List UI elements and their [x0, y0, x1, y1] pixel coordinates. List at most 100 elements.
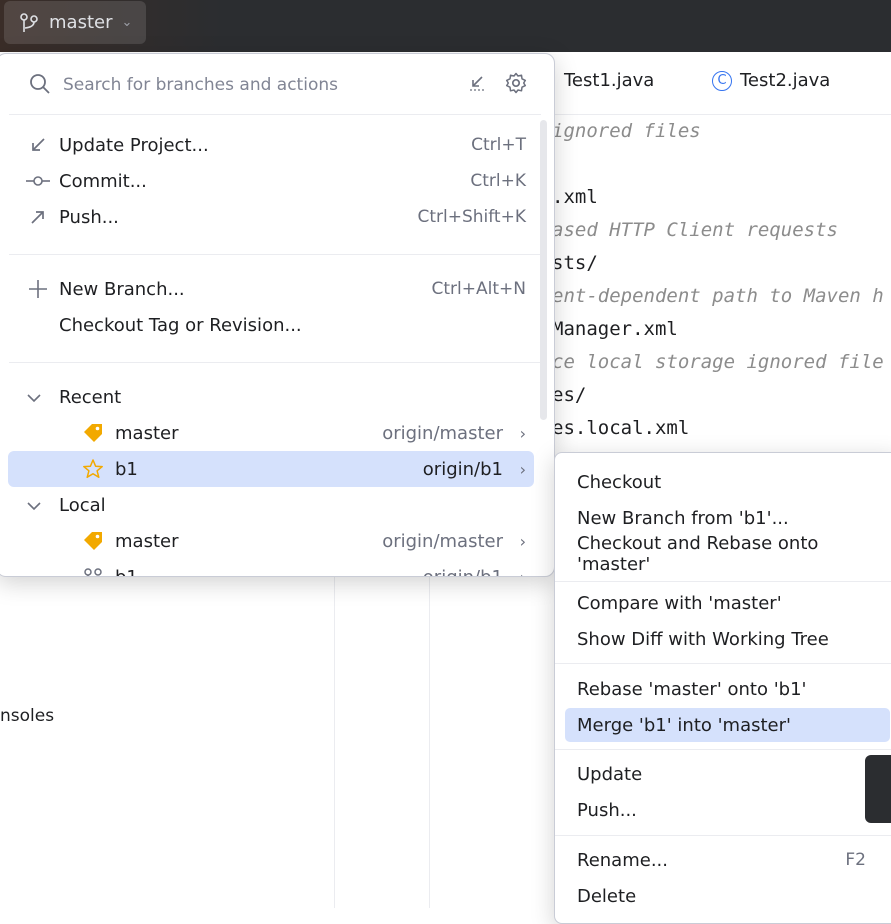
git-branch-icon	[18, 12, 40, 34]
code-line: ent-dependent path to Maven h	[552, 285, 884, 307]
chevron-right-icon: ›	[520, 460, 526, 479]
plus-icon	[25, 279, 51, 299]
branch-widget[interactable]: master ⌄	[4, 1, 146, 44]
commit-icon	[25, 171, 51, 191]
separator	[555, 663, 891, 664]
branch-item-recent-b1[interactable]: b1 origin/b1 ›	[8, 451, 534, 487]
branch-name: master	[115, 423, 178, 444]
menu-checkout-and-rebase[interactable]: Checkout and Rebase onto 'master'	[565, 537, 890, 571]
menu-item-label: Checkout and Rebase onto 'master'	[577, 533, 890, 575]
menu-checkout[interactable]: Checkout	[565, 465, 890, 499]
item-label: Push...	[59, 207, 119, 228]
menu-item-label: Compare with 'master'	[577, 593, 782, 614]
new-branch-item[interactable]: New Branch... Ctrl+Alt+N	[11, 272, 541, 306]
code-line: es.local.xml	[552, 417, 689, 439]
tag-icon	[82, 423, 104, 443]
branch-item-local-b1[interactable]: b1 origin/b1 ›	[8, 559, 534, 577]
git-branch-icon	[82, 567, 104, 577]
title-bar: master ⌄	[0, 0, 891, 52]
menu-item-label: Push...	[577, 800, 637, 821]
item-shortcut: Ctrl+K	[470, 171, 526, 191]
chevron-right-icon: ›	[520, 568, 526, 578]
pane-divider	[429, 575, 430, 908]
code-line: ignored files	[552, 120, 701, 142]
menu-item-label: Rebase 'master' onto 'b1'	[577, 679, 806, 700]
current-branch-label: master	[49, 12, 112, 33]
menu-item-label: Show Diff with Working Tree	[577, 629, 829, 650]
chevron-down-icon: ⌄	[121, 15, 132, 30]
gear-icon[interactable]	[504, 71, 528, 95]
branch-name: master	[115, 531, 178, 552]
item-label: Update Project...	[59, 135, 209, 156]
menu-item-label: Checkout	[577, 472, 661, 493]
branch-name: b1	[115, 567, 138, 578]
branch-item-local-master[interactable]: master origin/master ›	[8, 523, 534, 559]
menu-item-label: New Branch from 'b1'...	[577, 508, 789, 529]
group-recent[interactable]: Recent	[11, 380, 121, 414]
menu-item-label: Update	[577, 764, 642, 785]
branch-item-recent-master[interactable]: master origin/master ›	[8, 415, 534, 451]
menu-push[interactable]: Push...	[565, 793, 890, 827]
item-label: Commit...	[59, 171, 147, 192]
separator	[555, 835, 891, 836]
separator	[9, 254, 541, 255]
separator	[9, 114, 541, 115]
push-item[interactable]: Push... Ctrl+Shift+K	[11, 200, 541, 234]
item-shortcut: Ctrl+Shift+K	[417, 207, 526, 227]
code-line: ce local storage ignored file	[552, 351, 884, 373]
menu-show-diff[interactable]: Show Diff with Working Tree	[565, 622, 890, 656]
chevron-down-icon	[27, 495, 47, 516]
menu-item-shortcut: F2	[845, 850, 866, 870]
update-arrow-icon	[25, 135, 51, 155]
code-line: ased HTTP Client requests	[552, 219, 838, 241]
branch-tracking: origin/master	[382, 531, 503, 552]
checkout-tag-item[interactable]: Checkout Tag or Revision...	[11, 308, 541, 342]
search-input[interactable]	[61, 70, 445, 100]
tab-label: Test1.java	[564, 70, 654, 91]
branch-context-menu: Checkout New Branch from 'b1'... Checkou…	[554, 452, 891, 924]
separator	[555, 749, 891, 750]
menu-item-label: Delete	[577, 886, 636, 907]
tab-test1[interactable]: Test1.java	[564, 70, 654, 91]
separator	[9, 362, 541, 363]
class-icon: C	[712, 71, 732, 91]
menu-rename[interactable]: Rename... F2	[565, 843, 890, 877]
menu-merge[interactable]: Merge 'b1' into 'master'	[565, 708, 890, 742]
commit-item[interactable]: Commit... Ctrl+K	[11, 164, 541, 198]
push-arrow-icon	[25, 207, 51, 227]
item-label: New Branch...	[59, 279, 185, 300]
collapse-icon[interactable]	[467, 73, 487, 93]
code-line: es/	[552, 384, 586, 406]
menu-new-branch-from[interactable]: New Branch from 'b1'...	[565, 501, 890, 535]
menu-update[interactable]: Update	[565, 757, 890, 791]
item-label: Checkout Tag or Revision...	[59, 315, 302, 336]
group-local[interactable]: Local	[11, 488, 106, 522]
code-line: sts/	[552, 252, 598, 274]
update-project-item[interactable]: Update Project... Ctrl+T	[11, 128, 541, 162]
tree-item-consoles[interactable]: nsoles	[0, 706, 54, 726]
scrollbar[interactable]	[540, 120, 547, 420]
menu-item-label: Rename...	[577, 850, 668, 871]
item-shortcut: Ctrl+Alt+N	[432, 279, 526, 299]
chevron-down-icon	[27, 387, 47, 408]
branch-tracking: origin/b1	[423, 459, 503, 480]
chevron-right-icon: ›	[520, 424, 526, 443]
search-row	[0, 54, 554, 114]
tab-test2[interactable]: C Test2.java	[712, 70, 830, 91]
item-shortcut: Ctrl+T	[471, 135, 526, 155]
branch-name: b1	[115, 459, 138, 480]
tag-icon	[82, 531, 104, 551]
group-label: Recent	[59, 387, 121, 408]
branches-popup: Update Project... Ctrl+T Commit... Ctrl+…	[0, 53, 555, 577]
branch-tracking: origin/b1	[423, 567, 503, 578]
menu-item-label: Merge 'b1' into 'master'	[577, 715, 791, 736]
pane-divider	[334, 575, 335, 908]
star-icon	[82, 459, 104, 479]
tab-divider	[552, 114, 891, 115]
group-label: Local	[59, 495, 106, 516]
tooltip-popup	[865, 755, 891, 823]
search-icon	[29, 73, 51, 95]
chevron-right-icon: ›	[520, 532, 526, 551]
menu-compare[interactable]: Compare with 'master'	[565, 586, 890, 620]
menu-rebase[interactable]: Rebase 'master' onto 'b1'	[565, 672, 890, 706]
